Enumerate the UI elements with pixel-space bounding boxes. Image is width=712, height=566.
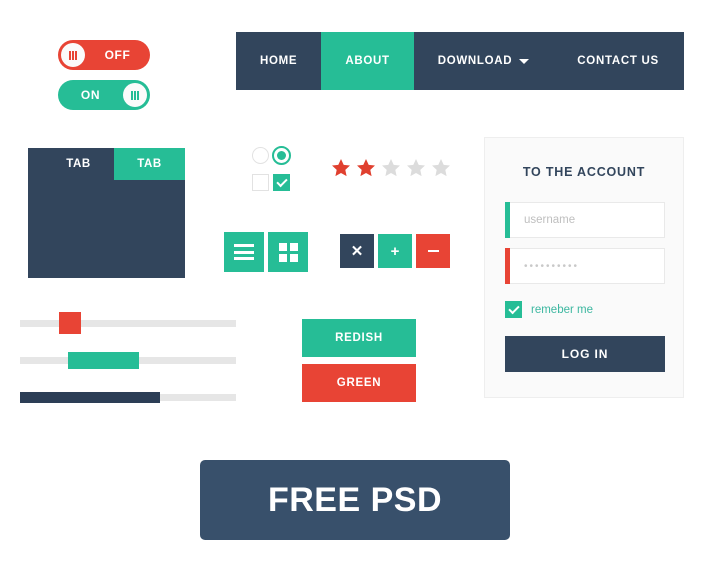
toggle-off[interactable]: OFF	[58, 40, 150, 70]
ui-kit-canvas: OFF ON HOME ABOUT DOWNLOAD CONTACT US TA…	[0, 0, 712, 566]
password-field[interactable]: ••••••••••	[505, 248, 665, 284]
free-psd-banner[interactable]: FREE PSD	[200, 460, 510, 540]
password-value: ••••••••••	[524, 260, 580, 272]
nav-item-download-label: DOWNLOAD	[437, 55, 513, 67]
green-button[interactable]: GREEN	[302, 364, 416, 402]
list-view-button[interactable]	[224, 232, 264, 272]
nav-item-download[interactable]: DOWNLOAD	[414, 32, 554, 90]
toggle-on-label: ON	[80, 88, 101, 102]
login-button-label: LOG IN	[561, 347, 609, 361]
slider-progress-fill[interactable]	[20, 392, 161, 403]
add-button[interactable]: +	[378, 234, 412, 268]
username-field[interactable]: username	[505, 202, 665, 238]
login-card: TO THE ACCOUNT username •••••••••• remeb…	[484, 137, 684, 398]
plus-icon: +	[390, 242, 400, 260]
check-icon	[507, 302, 520, 314]
list-icon	[234, 244, 254, 260]
slider-range-fill[interactable]	[67, 352, 139, 369]
grid-icon	[278, 242, 298, 262]
tab-panel: TAB TAB	[28, 148, 185, 278]
star-icon-empty[interactable]	[430, 157, 452, 179]
free-psd-banner-label: FREE PSD	[267, 480, 443, 519]
nav-item-contact-us[interactable]: CONTACT US	[553, 32, 683, 90]
slider-dark-progress[interactable]	[20, 392, 236, 403]
tab-first[interactable]: TAB	[43, 148, 114, 180]
nav-item-about[interactable]: ABOUT	[321, 32, 414, 90]
toggle-knob-icon	[123, 83, 147, 107]
username-placeholder: username	[524, 214, 576, 226]
close-button[interactable]: ✕	[340, 234, 374, 268]
minus-icon	[427, 249, 439, 253]
tab-second[interactable]: TAB	[114, 148, 185, 180]
star-icon-filled[interactable]	[330, 157, 352, 179]
radio-selected[interactable]	[272, 146, 291, 165]
remove-button[interactable]	[416, 234, 450, 268]
remember-me-label: remeber me	[531, 303, 593, 316]
login-title: TO THE ACCOUNT	[522, 165, 646, 179]
nav-item-home[interactable]: HOME	[236, 32, 321, 90]
nav-item-contact-us-label: CONTACT US	[577, 55, 659, 67]
nav-item-home-label: HOME	[260, 55, 298, 67]
grid-view-button[interactable]	[268, 232, 308, 272]
checkbox-checked[interactable]	[273, 174, 290, 191]
check-icon	[275, 175, 288, 187]
toggle-on[interactable]: ON	[58, 80, 150, 110]
chevron-down-icon	[519, 58, 530, 64]
radio-unselected[interactable]	[252, 147, 269, 164]
tab-row: TAB TAB	[28, 148, 185, 180]
remember-me-checkbox[interactable]	[505, 301, 522, 318]
remember-me-row[interactable]: remeber me	[505, 301, 593, 318]
nav-item-about-label: ABOUT	[345, 55, 390, 67]
close-icon: ✕	[350, 242, 364, 260]
checkbox-unchecked[interactable]	[252, 174, 269, 191]
star-icon-empty[interactable]	[405, 157, 427, 179]
slider-red-handle[interactable]	[20, 320, 236, 327]
login-button[interactable]: LOG IN	[505, 336, 665, 372]
green-button-label: GREEN	[336, 377, 382, 389]
tab-second-label: TAB	[137, 158, 162, 170]
slider-handle[interactable]	[58, 312, 81, 334]
star-rating[interactable]	[330, 157, 452, 179]
toggle-knob-icon	[61, 43, 85, 67]
slider-teal-range[interactable]	[20, 352, 236, 369]
star-icon-empty[interactable]	[380, 157, 402, 179]
tab-first-label: TAB	[66, 158, 91, 170]
main-navbar: HOME ABOUT DOWNLOAD CONTACT US	[236, 32, 684, 90]
redish-button[interactable]: REDISH	[302, 319, 416, 357]
redish-button-label: REDISH	[335, 332, 383, 344]
star-icon-filled[interactable]	[355, 157, 377, 179]
toggle-off-label: OFF	[104, 48, 131, 62]
